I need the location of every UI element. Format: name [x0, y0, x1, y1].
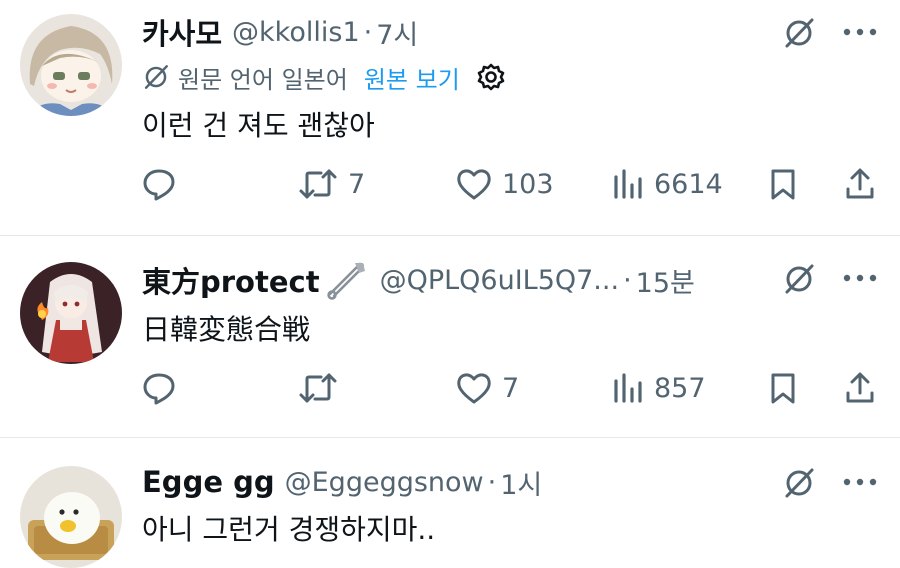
- reply-icon: [142, 167, 176, 201]
- tweet-header: Egge gg @Eggeggsnow · 1시: [142, 463, 542, 502]
- gear-icon[interactable]: [476, 62, 506, 92]
- like-icon: [456, 167, 492, 201]
- separator-dot: ·: [363, 16, 373, 48]
- grok-icon[interactable]: [782, 16, 816, 50]
- more-icon[interactable]: [842, 476, 878, 488]
- tweet-3[interactable]: Egge gg @Eggeggsnow · 1시 아니 그런거 경쟁하지마..: [0, 438, 900, 568]
- views-button[interactable]: 857: [612, 368, 706, 408]
- tweet-1[interactable]: 카사모 @kkollis1 · 7시 원문 언어 일본어 원본 보기 이런 건 …: [0, 0, 900, 236]
- user-handle[interactable]: @kkollis1: [232, 17, 360, 48]
- views-count: 857: [654, 372, 706, 404]
- user-handle[interactable]: @QPLQ6uIL5Q7...: [380, 265, 619, 296]
- safety-pin-emoji: [324, 260, 368, 300]
- share-icon: [844, 167, 876, 201]
- translate-icon: [142, 63, 170, 91]
- retweet-count: 7: [348, 168, 366, 200]
- bookmark-icon: [768, 371, 798, 405]
- like-button[interactable]: 7: [456, 368, 519, 408]
- avatar[interactable]: [20, 14, 122, 116]
- share-button[interactable]: [844, 164, 876, 204]
- bookmark-button[interactable]: [768, 368, 798, 408]
- tweet-header: 東方protect @QPLQ6uIL5Q7... · 15분: [142, 260, 695, 300]
- avatar[interactable]: [20, 262, 122, 364]
- display-name[interactable]: 카사모: [142, 11, 222, 53]
- tweet-header: 카사모 @kkollis1 · 7시: [142, 11, 418, 53]
- translation-row: 원문 언어 일본어 원본 보기: [142, 60, 506, 94]
- share-button[interactable]: [844, 368, 876, 408]
- like-button[interactable]: 103: [456, 164, 554, 204]
- tweet-2[interactable]: 東方protect @QPLQ6uIL5Q7... · 15분 日韓変態合戦 7…: [0, 236, 900, 436]
- view-original-link[interactable]: 원본 보기: [364, 60, 460, 95]
- like-count: 103: [502, 168, 554, 200]
- avatar[interactable]: [20, 466, 122, 568]
- reply-icon: [142, 371, 176, 405]
- reply-button[interactable]: [142, 164, 176, 204]
- grok-icon[interactable]: [782, 466, 816, 500]
- views-icon: [612, 371, 644, 405]
- views-button[interactable]: 6614: [612, 164, 723, 204]
- share-icon: [844, 371, 876, 405]
- timestamp[interactable]: 7시: [376, 13, 418, 52]
- separator-dot: ·: [487, 466, 497, 498]
- tweet-text: 日韓変態合戦: [142, 313, 311, 346]
- display-name[interactable]: Egge gg: [142, 465, 275, 499]
- more-icon[interactable]: [842, 272, 878, 284]
- views-icon: [612, 167, 644, 201]
- action-bar: 7 103 6614: [142, 164, 882, 204]
- timestamp[interactable]: 1시: [500, 463, 542, 502]
- action-bar: 7 857: [142, 368, 882, 408]
- timestamp[interactable]: 15분: [636, 261, 695, 300]
- grok-icon[interactable]: [782, 262, 816, 296]
- views-count: 6614: [654, 168, 723, 200]
- more-icon[interactable]: [842, 26, 878, 38]
- user-handle[interactable]: @Eggeggsnow: [285, 467, 484, 498]
- reply-button[interactable]: [142, 368, 176, 408]
- retweet-icon: [298, 167, 338, 201]
- retweet-button[interactable]: [298, 368, 338, 408]
- display-name[interactable]: 東方protect: [142, 259, 320, 301]
- retweet-button[interactable]: 7: [298, 164, 365, 204]
- tweet-text: 아니 그런거 경쟁하지마..: [142, 513, 436, 546]
- retweet-icon: [298, 371, 338, 405]
- bookmark-icon: [768, 167, 798, 201]
- separator-dot: ·: [623, 264, 632, 296]
- like-count: 7: [502, 372, 520, 404]
- bookmark-button[interactable]: [768, 164, 798, 204]
- tweet-text: 이런 건 져도 괜찮아: [142, 109, 375, 142]
- translation-label: 원문 언어 일본어: [178, 65, 348, 94]
- like-icon: [456, 371, 492, 405]
